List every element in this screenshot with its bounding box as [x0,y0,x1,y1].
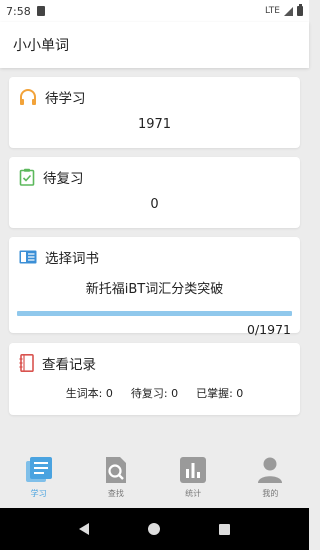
nav-label: 统计 [185,489,202,498]
signal-icon [284,6,293,16]
clipboard-check-icon [19,168,35,186]
app-title: 小小单词 [13,38,69,54]
system-nav-bar [0,508,309,550]
network-type: LTE [265,6,280,16]
study-icon [25,457,52,482]
bottom-nav: 学习 查找 统计 我的 [0,450,309,508]
notebook-icon [19,354,34,372]
nav-item-profile[interactable]: 我的 [232,450,309,508]
headphones-icon [20,88,36,105]
card-header: 待学习 [9,77,300,107]
app-bar: 小小单词 [0,22,309,68]
card-title: 待学习 [45,91,86,107]
card-title: 选择词书 [45,251,99,267]
stats-icon [180,457,207,483]
card-to-review[interactable]: 待复习 0 [9,157,300,228]
home-icon[interactable] [147,523,160,535]
card-header: 选择词书 [9,237,300,267]
card-to-learn[interactable]: 待学习 1971 [9,77,300,148]
card-header: 待复习 [9,157,300,187]
status-right: LTE [265,4,303,16]
back-icon[interactable] [79,523,90,535]
card-title: 查看记录 [42,357,96,373]
status-bar: 7:58 LTE [0,0,309,22]
card-header: 查看记录 [9,343,300,373]
stat-mastered: 已掌握: 0 [196,387,244,400]
nav-label: 学习 [30,489,47,498]
card-view-records[interactable]: 查看记录 生词本: 0 待复习: 0 已掌握: 0 [9,343,300,415]
battery-icon [297,4,303,16]
search-icon [105,457,126,483]
sd-card-icon [36,6,45,16]
profile-icon [258,457,283,483]
nav-item-search[interactable]: 查找 [77,450,154,508]
nav-item-study[interactable]: 学习 [0,450,77,508]
card-select-book[interactable]: 选择词书 新托福iBT词汇分类突破 0/1971 [9,237,300,337]
book-progress-text: 0/1971 [247,322,291,337]
recent-apps-icon[interactable] [218,523,230,535]
record-stats: 生词本: 0 待复习: 0 已掌握: 0 [9,385,300,401]
book-icon [19,250,37,264]
to-review-count: 0 [150,197,159,212]
nav-label: 查找 [107,489,124,498]
status-time: 7:58 [6,4,31,18]
book-progress-bar [17,311,292,316]
to-learn-count: 1971 [137,117,172,132]
stat-to-review: 待复习: 0 [130,387,179,400]
card-title: 待复习 [43,171,84,187]
nav-label: 我的 [262,489,279,498]
nav-item-stats[interactable]: 统计 [155,450,232,508]
book-name: 新托福iBT词汇分类突破 [85,282,224,297]
stat-new-words: 生词本: 0 [65,387,113,400]
